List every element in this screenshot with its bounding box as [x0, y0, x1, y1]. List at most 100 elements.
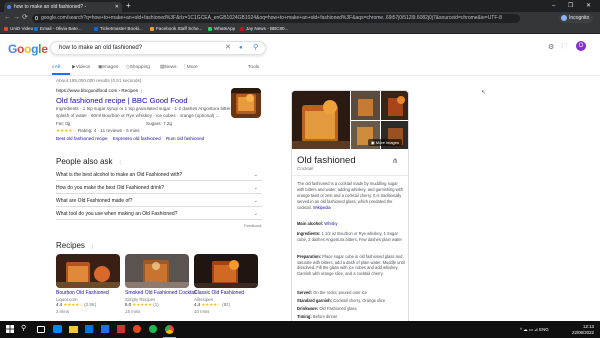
recipe-time: 15 mins: [125, 309, 141, 314]
cocktail-image: [194, 254, 258, 288]
bookmark-item[interactable]: Jay News - BBC80...: [240, 24, 288, 34]
incognito-profile-button[interactable]: Incognito (2): [559, 13, 593, 30]
heading-text: People also ask: [56, 157, 113, 166]
task-view-icon[interactable]: [37, 326, 45, 333]
search-icon[interactable]: ⚲: [253, 42, 258, 54]
logo-letter: G: [8, 42, 18, 56]
paa-question[interactable]: What tool do you use when making an Old …: [56, 208, 262, 220]
minimize-button[interactable]: –: [552, 0, 555, 12]
result-title-link[interactable]: Old fashioned recipe | BBC Good Food: [56, 96, 188, 105]
edge-icon[interactable]: [53, 325, 62, 333]
paa-question[interactable]: How do you make the best Old Fashioned d…: [56, 182, 262, 194]
info-icon[interactable]: ⋮: [90, 244, 95, 250]
browser-tab[interactable]: how to make an old fashioned? - ✕: [4, 2, 122, 12]
app-icon[interactable]: [117, 325, 125, 333]
rating-stars: ★★★★☆: [63, 302, 84, 307]
rating-value: 4.4: [56, 302, 63, 307]
tab-label: More: [186, 65, 198, 70]
feedback-link[interactable]: Feedback: [244, 223, 262, 228]
store-icon[interactable]: [85, 325, 93, 333]
clock-time[interactable]: 12:13: [566, 324, 594, 329]
reload-button[interactable]: ⟳: [22, 13, 28, 23]
search-input[interactable]: how to make an old fashioned? ✕ ● ⚲: [50, 41, 266, 55]
recipe-card[interactable]: Smoked Old Fashioned Cocktail Simply Rec…: [125, 254, 197, 314]
bookmark-item[interactable]: WhatsApp: [208, 24, 235, 34]
spotify-icon[interactable]: [149, 325, 157, 333]
tab-news[interactable]: ▤ News: [160, 63, 177, 73]
google-logo[interactable]: Google: [8, 43, 48, 55]
bookmark-label: Ticketmaster Booki...: [100, 26, 143, 31]
fact-label: Served:: [297, 290, 313, 295]
rating-stars: ★★★★☆: [201, 302, 222, 307]
tab-more[interactable]: ⋮ More: [182, 63, 198, 73]
review-count: (1): [153, 302, 159, 307]
cocktail-image: [381, 91, 408, 120]
bookmark-icon: [94, 27, 98, 31]
back-button[interactable]: ←: [4, 13, 11, 23]
kp-fact: Ingredients: 1 1/2 oz Bourbon or Rye whi…: [297, 231, 405, 242]
close-window-button[interactable]: ✕: [586, 0, 591, 12]
kp-image[interactable]: [381, 91, 408, 120]
tab-videos[interactable]: ▶ Videos: [72, 63, 90, 73]
divider: [0, 74, 600, 76]
bookmark-item[interactable]: Facebook Staff Sche...: [150, 24, 202, 34]
recipe-title: Smoked Old Fashioned Cocktail: [125, 290, 197, 296]
chrome-icon[interactable]: [165, 325, 174, 334]
kp-title: Old fashioned: [297, 155, 356, 166]
review-count: (2.5K): [84, 302, 97, 307]
windows-start-icon[interactable]: [5, 324, 15, 334]
new-tab-button[interactable]: +: [126, 1, 131, 10]
paa-question-text: How do you make the best Old Fashioned d…: [56, 185, 165, 191]
tab-label: Images: [102, 65, 119, 70]
wikipedia-link[interactable]: Wikipedia: [313, 205, 331, 210]
sitelink[interactable]: Rum old fashioned: [166, 136, 204, 141]
tab-images[interactable]: ▣ Images: [98, 63, 118, 73]
microphone-icon[interactable]: ●: [239, 42, 243, 54]
clear-search-icon[interactable]: ✕: [225, 42, 231, 54]
close-tab-icon[interactable]: ✕: [115, 2, 119, 12]
result-rating-row: ★★★★☆ Rating: 4 · 11 reviews · 5 mins: [56, 128, 140, 133]
kp-image[interactable]: [351, 91, 380, 120]
tab-all[interactable]: ⌕ All: [52, 63, 60, 73]
settings-icon[interactable]: ⚙: [548, 43, 554, 52]
result-cite[interactable]: https://www.bbcgoodfood.com › Recipes ⋮: [56, 88, 144, 94]
chevron-down-icon: ⌄: [253, 172, 258, 178]
clock-date[interactable]: 22/06/2022: [566, 330, 594, 335]
bookmark-item[interactable]: Ticketmaster Booki...: [94, 24, 143, 34]
share-icon[interactable]: ⋔: [392, 157, 398, 165]
google-apps-icon[interactable]: ⋮⋮⋮: [560, 43, 568, 50]
maximize-button[interactable]: ❐: [568, 0, 573, 12]
taskbar-search-icon[interactable]: ⚲: [21, 324, 31, 334]
avatar[interactable]: O: [576, 41, 586, 51]
recipe-card[interactable]: Bourbon Old Fashioned Liquor.com 4.4 ★★★…: [56, 254, 120, 314]
forward-button[interactable]: →: [13, 13, 20, 23]
tab-shopping[interactable]: ◇ Shopping: [126, 63, 150, 73]
bookmark-icon: [240, 27, 244, 31]
cook-time: 5 mins: [126, 128, 140, 133]
info-icon[interactable]: ⋮: [118, 160, 123, 166]
bookmark-item[interactable]: UniD Video: [4, 24, 33, 34]
sitelink[interactable]: Best old fashioned recipe: [56, 136, 108, 141]
app-icon[interactable]: [133, 325, 141, 333]
lock-icon: [35, 15, 38, 20]
recipe-time: 3 mins: [56, 309, 69, 314]
bookmark-label: Email - Olivia Bate...: [40, 26, 82, 31]
result-thumbnail[interactable]: [231, 88, 261, 118]
paa-question[interactable]: What are Old Fashioned made of? ⌄: [56, 195, 262, 207]
bookmark-item[interactable]: Email - Olivia Bate...: [34, 24, 82, 34]
system-tray[interactable]: ^ ☁ ▭ ⊿ ENG: [520, 327, 549, 333]
recipe-image: [125, 254, 189, 288]
recipe-card[interactable]: Classic Old Fashioned Allrecipes 4.4 ★★★…: [194, 254, 258, 314]
fact-value[interactable]: Whisky: [324, 221, 337, 226]
kp-main-image[interactable]: [292, 91, 350, 149]
kp-fact: Main alcohol: Whisky: [297, 221, 405, 227]
more-images-button[interactable]: ▣ More images: [368, 139, 403, 146]
file-explorer-icon[interactable]: [69, 326, 78, 333]
chevron-down-icon: ⌄: [253, 198, 258, 204]
mail-icon[interactable]: [101, 325, 109, 333]
tools-button[interactable]: Tools: [248, 63, 259, 73]
paa-question[interactable]: What is the best alcohol to make an Old …: [56, 169, 262, 181]
sitelink[interactable]: Espresso old fashioned: [113, 136, 161, 141]
review-count: 11 reviews: [100, 128, 122, 133]
address-bar[interactable]: google.com/search?q=how+to+make+an+old+f…: [32, 13, 520, 23]
